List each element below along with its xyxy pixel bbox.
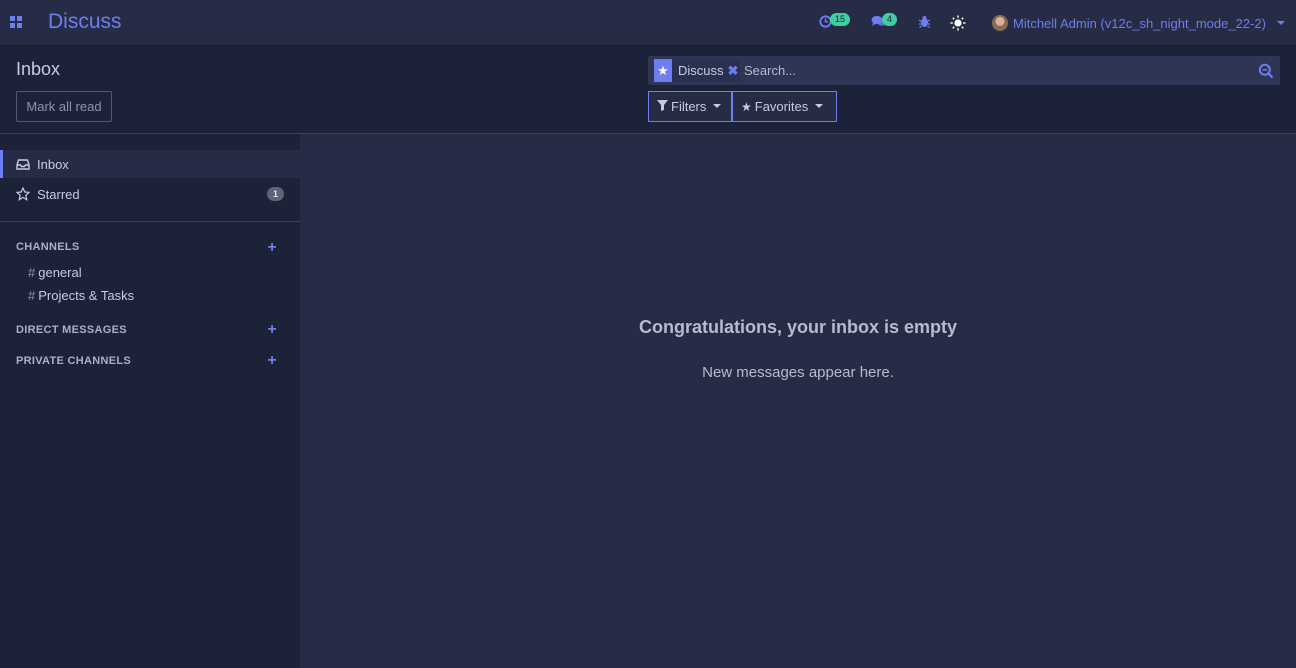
- filters-dropdown[interactable]: Filters: [648, 91, 732, 122]
- sidebar-item-starred[interactable]: Starred 1: [0, 180, 300, 208]
- hash-icon: #: [28, 265, 36, 280]
- inbox-icon: [16, 159, 30, 170]
- channel-item-general[interactable]: # general: [28, 265, 82, 280]
- search-input[interactable]: [744, 60, 1244, 81]
- messaging-menu[interactable]: 4: [870, 0, 902, 46]
- add-channel-icon[interactable]: +: [266, 240, 278, 256]
- search-facet: ★ Discuss ✖: [654, 59, 741, 82]
- add-private-channel-icon[interactable]: +: [266, 353, 278, 369]
- sidebar: Inbox Starred 1 CHANNELS + # general # Pro…: [0, 134, 300, 668]
- search-facet-label: Discuss: [678, 63, 724, 78]
- chevron-down-icon: [713, 103, 722, 108]
- filter-icon: [657, 99, 668, 114]
- star-icon: ★: [741, 99, 752, 114]
- channels-header[interactable]: CHANNELS: [16, 241, 80, 253]
- empty-inbox-title: Congratulations, your inbox is empty: [638, 317, 958, 337]
- favorites-label: Favorites: [754, 99, 809, 114]
- user-name: Mitchell Admin (v12c_sh_night_mode_22-2): [1013, 15, 1266, 31]
- debug-menu[interactable]: [918, 0, 932, 46]
- bug-icon: [918, 16, 931, 28]
- user-menu[interactable]: Mitchell Admin (v12c_sh_night_mode_22-2): [992, 14, 1285, 32]
- thread-view: Congratulations, your inbox is empty New…: [300, 134, 1296, 668]
- apps-grid-icon[interactable]: [10, 16, 22, 28]
- sun-icon: [950, 15, 966, 31]
- search-bar: ★ Discuss ✖: [648, 56, 1280, 85]
- chevron-down-icon: [815, 103, 824, 108]
- activity-menu[interactable]: 15: [818, 0, 854, 46]
- channel-label: general: [38, 265, 82, 280]
- private-channels-header[interactable]: PRIVATE CHANNELS: [16, 355, 131, 367]
- channel-label: Projects & Tasks: [38, 288, 135, 303]
- breadcrumb: Inbox: [16, 59, 61, 79]
- app-name[interactable]: Discuss: [48, 10, 122, 34]
- favorites-dropdown[interactable]: ★ Favorites: [732, 91, 837, 122]
- mark-all-read-button[interactable]: Mark all read: [16, 91, 112, 122]
- add-direct-message-icon[interactable]: +: [266, 322, 278, 338]
- control-panel: Inbox Mark all read ★ Discuss ✖ Filters …: [0, 46, 1296, 134]
- search-icon[interactable]: [1258, 63, 1274, 79]
- starred-count-badge: 1: [267, 187, 284, 201]
- filters-label: Filters: [671, 99, 707, 114]
- night-mode-toggle[interactable]: [950, 0, 966, 46]
- sidebar-item-label: Starred: [37, 186, 80, 202]
- hash-icon: #: [28, 288, 36, 303]
- chevron-down-icon: [1276, 21, 1285, 25]
- star-icon: ★: [654, 59, 672, 82]
- channel-item-projects-tasks[interactable]: # Projects & Tasks: [28, 288, 134, 303]
- star-outline-icon: [16, 187, 30, 201]
- sidebar-item-inbox[interactable]: Inbox: [0, 150, 300, 178]
- sidebar-divider: [0, 221, 300, 222]
- top-navbar: Discuss 15 4 Mitchell Admin (v12c_sh_nig…: [0, 0, 1296, 46]
- avatar: [992, 15, 1008, 31]
- messages-count-badge: 4: [882, 13, 898, 26]
- sidebar-item-label: Inbox: [37, 156, 69, 172]
- activity-count-badge: 15: [830, 13, 851, 26]
- empty-inbox-subtitle: New messages appear here.: [702, 364, 894, 381]
- direct-messages-header[interactable]: DIRECT MESSAGES: [16, 324, 127, 336]
- facet-remove-icon[interactable]: ✖: [728, 63, 741, 79]
